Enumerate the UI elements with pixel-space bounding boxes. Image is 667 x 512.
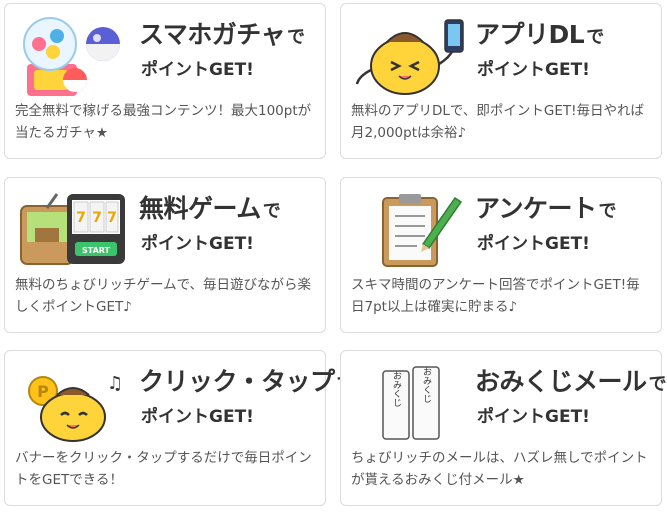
svg-text:7: 7	[107, 210, 117, 226]
coin-letter: P	[37, 382, 49, 401]
card-title: 無料ゲーム	[139, 194, 261, 223]
card-subtitle: ポイントGET!	[141, 234, 254, 254]
card-title-suffix: で	[586, 27, 605, 48]
slot-machine-icon: 7 7 7 START	[17, 188, 129, 272]
card-smartphone-gacha[interactable]: スマホガチャで ポイントGET! 完全無料で稼げる最強コンテンツ！最大100pt…	[4, 3, 326, 159]
card-title: スマホガチャ	[139, 20, 286, 49]
card-omikuji-mail[interactable]: おみくじ おみくじ おみくじメールで ポイントGET! ちょびリッチのメールは、…	[340, 350, 667, 506]
card-title-suffix: で	[598, 201, 617, 222]
card-free-game[interactable]: 7 7 7 START 無料ゲームで ポイントGET! 無料のちょびリッチゲーム…	[4, 177, 326, 333]
card-survey[interactable]: アンケートで ポイントGET! スキマ時間のアンケート回答でポイントGET!毎日…	[340, 177, 662, 333]
gacha-capsule-icon	[17, 14, 129, 98]
svg-text:7: 7	[92, 210, 102, 226]
card-description: スキマ時間のアンケート回答でポイントGET!毎日7pt以上は確実に貯まる♪	[351, 277, 640, 315]
svg-text:♫: ♫	[107, 373, 123, 394]
card-description: バナーをクリック・タップするだけで毎日ポイントをGETできる！	[15, 450, 312, 488]
card-subtitle: ポイントGET!	[141, 407, 254, 427]
omikuji-paper-label-1: おみくじ	[391, 371, 402, 407]
mascot-coin-icon: P ♫	[17, 361, 129, 445]
card-click-tap[interactable]: P ♫ クリック・タップで ポイントGET! バナーをクリック・タップするだけで…	[4, 350, 355, 506]
card-title: おみくじメール	[475, 367, 647, 396]
card-description: 無料のちょびリッチゲームで、毎日遊びながら楽しくポイントGET♪	[15, 277, 312, 315]
card-description: 無料のアプリDLで、即ポイントGET!毎日やれば月2,000ptは余裕♪	[351, 103, 645, 141]
card-title-suffix: で	[262, 201, 281, 222]
omikuji-paper-label-2: おみくじ	[421, 367, 432, 403]
slot-start-label: START	[82, 246, 111, 255]
card-title: クリック・タップ	[139, 367, 335, 396]
card-title: アプリDL	[475, 20, 585, 49]
card-title-suffix: で	[648, 374, 667, 395]
card-app-download[interactable]: アプリDL で ポイントGET! 無料のアプリDLで、即ポイントGET!毎日やれば…	[340, 3, 662, 159]
card-subtitle: ポイントGET!	[477, 60, 590, 80]
svg-text:7: 7	[76, 210, 86, 226]
card-description: 完全無料で稼げる最強コンテンツ！最大100ptが当たるガチャ★	[15, 103, 312, 141]
card-subtitle: ポイントGET!	[477, 234, 590, 254]
omikuji-icon: おみくじ おみくじ	[353, 361, 465, 445]
mascot-smartphone-icon	[353, 14, 465, 98]
clipboard-pencil-icon	[353, 188, 465, 272]
card-title-suffix: で	[287, 27, 306, 48]
card-description: ちょびリッチのメールは、ハズレ無しでポイントが貰えるおみくじ付メール★	[351, 450, 648, 488]
card-title: アンケート	[475, 194, 597, 223]
card-subtitle: ポイントGET!	[477, 407, 590, 427]
card-subtitle: ポイントGET!	[141, 60, 254, 80]
